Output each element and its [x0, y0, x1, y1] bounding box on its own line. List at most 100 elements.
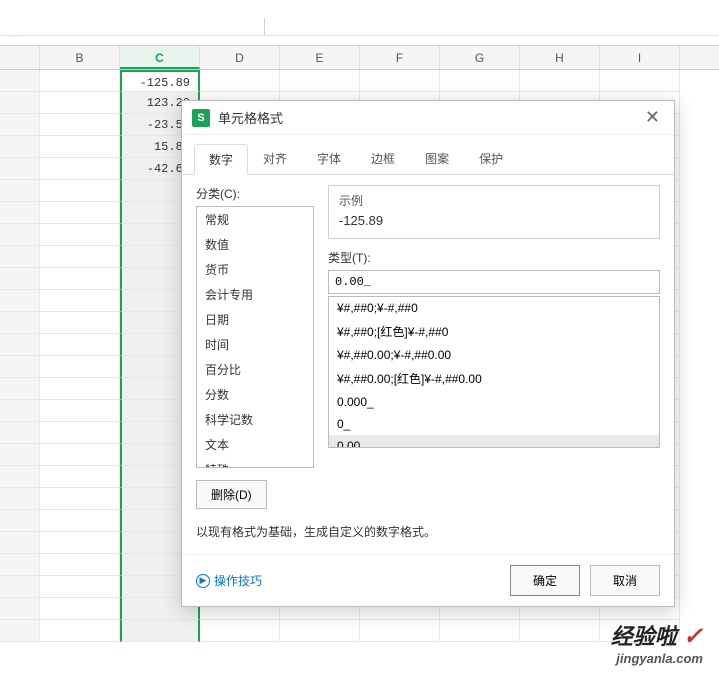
delete-button[interactable]: 删除(D) [196, 480, 267, 509]
cell[interactable] [40, 532, 120, 554]
row-header[interactable] [0, 620, 40, 642]
row-header[interactable] [0, 268, 40, 290]
cell[interactable] [360, 70, 440, 92]
row-header[interactable] [0, 224, 40, 246]
cell[interactable] [40, 400, 120, 422]
row-header[interactable] [0, 136, 40, 158]
cell[interactable] [40, 444, 120, 466]
cell[interactable] [40, 70, 120, 92]
cell[interactable] [40, 136, 120, 158]
category-item[interactable]: 会计专用 [197, 282, 313, 307]
row-header[interactable] [0, 158, 40, 180]
row-header[interactable] [0, 70, 40, 92]
cell[interactable] [440, 620, 520, 642]
col-header-g[interactable]: G [440, 46, 520, 69]
category-list[interactable]: 常规数值货币会计专用日期时间百分比分数科学记数文本特殊自定义 [196, 206, 314, 468]
tab-4[interactable]: 图案 [410, 143, 464, 174]
cell[interactable] [200, 620, 280, 642]
cell[interactable] [280, 70, 360, 92]
cell[interactable] [40, 224, 120, 246]
cell[interactable] [40, 312, 120, 334]
corner-cell[interactable] [0, 46, 40, 69]
col-header-b[interactable]: B [40, 46, 120, 69]
col-header-h[interactable]: H [520, 46, 600, 69]
cell[interactable] [40, 92, 120, 114]
cell[interactable] [40, 246, 120, 268]
category-item[interactable]: 数值 [197, 232, 313, 257]
category-item[interactable]: 百分比 [197, 357, 313, 382]
row-header[interactable] [0, 400, 40, 422]
cell[interactable] [600, 70, 680, 92]
col-header-e[interactable]: E [280, 46, 360, 69]
tab-3[interactable]: 边框 [356, 143, 410, 174]
cell[interactable] [200, 70, 280, 92]
tab-0[interactable]: 数字 [194, 144, 248, 175]
type-item[interactable]: ¥#,##0.00;[红色]¥-#,##0.00 [329, 366, 659, 391]
close-icon[interactable]: ✕ [641, 107, 664, 128]
type-item[interactable]: 0.000_ [329, 391, 659, 413]
category-item[interactable]: 科学记数 [197, 407, 313, 432]
row-header[interactable] [0, 554, 40, 576]
cell[interactable] [40, 488, 120, 510]
row-header[interactable] [0, 334, 40, 356]
cell[interactable] [360, 620, 440, 642]
row-header[interactable] [0, 488, 40, 510]
cell[interactable] [120, 620, 200, 642]
col-header-c[interactable]: C [120, 46, 200, 69]
cell[interactable] [40, 466, 120, 488]
row-header[interactable] [0, 444, 40, 466]
category-item[interactable]: 货币 [197, 257, 313, 282]
row-header[interactable] [0, 422, 40, 444]
cell[interactable] [40, 114, 120, 136]
col-header-d[interactable]: D [200, 46, 280, 69]
type-list[interactable]: ¥#,##0;¥-#,##0¥#,##0;[红色]¥-#,##0¥#,##0.0… [328, 296, 660, 448]
cell[interactable] [520, 620, 600, 642]
col-header-f[interactable]: F [360, 46, 440, 69]
cell[interactable] [40, 620, 120, 642]
type-input[interactable] [328, 270, 660, 294]
ok-button[interactable]: 确定 [510, 565, 580, 596]
cell[interactable] [440, 70, 520, 92]
col-header-i[interactable]: I [600, 46, 680, 69]
type-item[interactable]: 0_ [329, 413, 659, 435]
type-item[interactable]: ¥#,##0;[红色]¥-#,##0 [329, 319, 659, 344]
row-header[interactable] [0, 378, 40, 400]
type-item[interactable]: ¥#,##0.00;¥-#,##0.00 [329, 344, 659, 366]
row-header[interactable] [0, 114, 40, 136]
row-header[interactable] [0, 598, 40, 620]
category-item[interactable]: 特殊 [197, 457, 313, 468]
cell[interactable] [40, 554, 120, 576]
cell[interactable] [40, 378, 120, 400]
type-item[interactable]: 0.00_ [329, 435, 659, 448]
category-item[interactable]: 常规 [197, 207, 313, 232]
cell[interactable] [40, 290, 120, 312]
row-header[interactable] [0, 510, 40, 532]
row-header[interactable] [0, 466, 40, 488]
row-header[interactable] [0, 180, 40, 202]
row-header[interactable] [0, 532, 40, 554]
category-item[interactable]: 时间 [197, 332, 313, 357]
cell[interactable] [40, 268, 120, 290]
category-item[interactable]: 分数 [197, 382, 313, 407]
tab-2[interactable]: 字体 [302, 143, 356, 174]
row-header[interactable] [0, 246, 40, 268]
cell[interactable] [40, 510, 120, 532]
cell[interactable] [40, 202, 120, 224]
tab-1[interactable]: 对齐 [248, 143, 302, 174]
tips-link[interactable]: ▶ 操作技巧 [196, 572, 262, 589]
cancel-button[interactable]: 取消 [590, 565, 660, 596]
row-header[interactable] [0, 92, 40, 114]
category-item[interactable]: 文本 [197, 432, 313, 457]
cell[interactable] [40, 356, 120, 378]
cell[interactable] [520, 70, 600, 92]
cell[interactable]: -125.89 [120, 70, 200, 92]
cell[interactable] [40, 576, 120, 598]
category-item[interactable]: 日期 [197, 307, 313, 332]
row-header[interactable] [0, 202, 40, 224]
cell[interactable] [40, 422, 120, 444]
cell[interactable] [40, 158, 120, 180]
row-header[interactable] [0, 576, 40, 598]
cell[interactable] [40, 180, 120, 202]
row-header[interactable] [0, 356, 40, 378]
tab-5[interactable]: 保护 [464, 143, 518, 174]
